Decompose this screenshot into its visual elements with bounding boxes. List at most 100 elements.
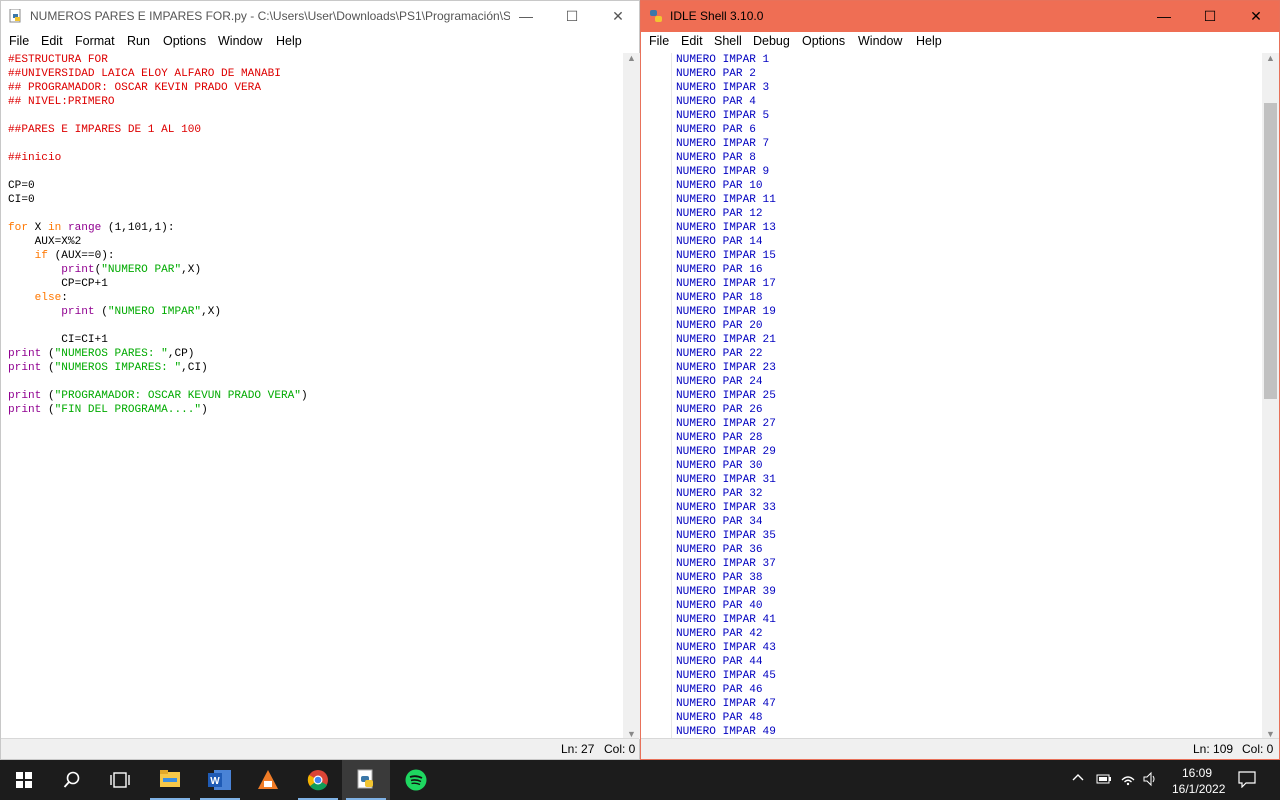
clock-date: 16/1/2022 [1172,782,1226,796]
shell-output-line: NUMERO PAR 4 [676,96,756,108]
close-button[interactable]: ✕ [595,1,641,32]
shell-output-line: NUMERO IMPAR 35 [676,530,776,542]
status-line: Ln: 27 [561,742,595,756]
shell-output-line: NUMERO IMPAR 45 [676,670,776,682]
shell-output-line: NUMERO IMPAR 31 [676,474,776,486]
shell-output-line: NUMERO IMPAR 29 [676,446,776,458]
shell-output-line: NUMERO PAR 6 [676,124,756,136]
svg-text:W: W [210,776,220,787]
code-line[interactable]: ## PROGRAMADOR: OSCAR KEVIN PRADO VERA [8,82,261,94]
code-line[interactable]: else: [8,292,68,304]
code-line[interactable]: AUX=X%2 [8,236,82,248]
minimize-button[interactable]: — [503,1,549,32]
editor-statusbar: Ln: 27 Col: 0 [1,738,639,759]
shell-output-line: NUMERO PAR 48 [676,712,763,724]
code-line[interactable]: print("NUMERO PAR",X) [8,264,201,276]
shell-output[interactable]: NUMERO IMPAR 1 NUMERO PAR 2 NUMERO IMPAR 3… [676,53,1261,739]
menu-help[interactable]: Help [916,34,942,48]
code-line[interactable]: CP=CP+1 [8,278,108,290]
menu-window[interactable]: Window [858,34,902,48]
menu-file[interactable]: File [649,34,669,48]
shell-statusbar: Ln: 109 Col: 0 [641,738,1279,759]
shell-window: IDLE Shell 3.10.0 — ☐ ✕ File Edit Shell … [640,0,1280,760]
menu-file[interactable]: File [9,34,29,48]
clock[interactable]: 16:09 16/1/2022 [1172,765,1226,797]
shell-output-line: NUMERO IMPAR 23 [676,362,776,374]
code-line[interactable]: #ESTRUCTURA FOR [8,54,108,66]
shell-menubar: File Edit Shell Debug Options Window Hel… [641,32,1279,52]
minimize-button[interactable]: — [1141,1,1187,32]
spotify-icon[interactable] [392,760,440,800]
scroll-up-icon[interactable]: ▲ [1262,53,1279,63]
task-view-icon[interactable] [96,760,144,800]
file-explorer-icon[interactable] [146,760,194,800]
shell-output-line: NUMERO PAR 20 [676,320,763,332]
code-line[interactable]: for X in range (1,101,1): [8,222,175,234]
maximize-button[interactable]: ☐ [1187,1,1233,32]
shell-output-line: NUMERO PAR 34 [676,516,763,528]
menu-edit[interactable]: Edit [681,34,703,48]
code-line[interactable]: ##inicio [8,152,61,164]
shell-prompt-gutter [641,53,672,739]
shell-output-line: NUMERO PAR 40 [676,600,763,612]
wifi-icon[interactable] [1120,771,1136,790]
menu-shell[interactable]: Shell [714,34,742,48]
scroll-up-icon[interactable]: ▲ [623,53,640,63]
code-line[interactable]: ##UNIVERSIDAD LAICA ELOY ALFARO DE MANAB… [8,68,281,80]
python-idle-icon[interactable] [342,760,390,800]
code-line[interactable]: CP=0 [8,180,35,192]
shell-output-line: NUMERO IMPAR 21 [676,334,776,346]
shell-output-line: NUMERO IMPAR 9 [676,166,770,178]
shell-output-line: NUMERO PAR 14 [676,236,763,248]
shell-output-line: NUMERO PAR 28 [676,432,763,444]
code-editor[interactable]: #ESTRUCTURA FOR ##UNIVERSIDAD LAICA ELOY… [1,53,623,739]
volume-icon[interactable] [1142,771,1158,790]
menu-help[interactable]: Help [276,34,302,48]
shell-output-line: NUMERO IMPAR 17 [676,278,776,290]
python-file-icon [9,9,21,23]
menu-options[interactable]: Options [163,34,206,48]
battery-icon[interactable] [1096,772,1112,789]
shell-scrollbar[interactable]: ▲ ▼ [1262,53,1279,739]
shell-output-line: NUMERO IMPAR 47 [676,698,776,710]
code-line[interactable]: CI=0 [8,194,35,206]
office-app-icon[interactable] [244,760,292,800]
editor-menubar: File Edit Format Run Options Window Help [1,32,639,52]
menu-run[interactable]: Run [127,34,150,48]
menu-window[interactable]: Window [218,34,262,48]
shell-output-line: NUMERO IMPAR 27 [676,418,776,430]
shell-output-line: NUMERO PAR 22 [676,348,763,360]
shell-titlebar[interactable]: IDLE Shell 3.10.0 — ☐ ✕ [641,1,1279,32]
code-line[interactable]: print ("NUMEROS PARES: ",CP) [8,348,194,360]
code-line[interactable]: print ("NUMEROS IMPARES: ",CI) [8,362,208,374]
code-line[interactable]: print ("PROGRAMADOR: OSCAR KEVUN PRADO V… [8,390,308,402]
maximize-button[interactable]: ☐ [549,1,595,32]
code-line[interactable]: if (AUX==0): [8,250,115,262]
chrome-icon[interactable] [294,760,342,800]
code-line[interactable]: ## NIVEL:PRIMERO [8,96,115,108]
code-line[interactable]: print ("NUMERO IMPAR",X) [8,306,221,318]
editor-titlebar[interactable]: NUMEROS PARES E IMPARES FOR.py - C:\User… [1,1,639,32]
chevron-up-icon[interactable] [1072,772,1084,787]
shell-output-line: NUMERO PAR 38 [676,572,763,584]
windows-start-icon[interactable] [0,760,48,800]
menu-debug[interactable]: Debug [753,34,790,48]
shell-output-line: NUMERO PAR 36 [676,544,763,556]
word-icon[interactable]: W [196,760,244,800]
code-text[interactable]: #ESTRUCTURA FOR ##UNIVERSIDAD LAICA ELOY… [8,53,308,417]
notifications-icon[interactable] [1238,771,1256,791]
menu-format[interactable]: Format [75,34,115,48]
code-line[interactable]: print ("FIN DEL PROGRAMA....") [8,404,208,416]
code-line[interactable]: ##PARES E IMPARES DE 1 AL 100 [8,124,201,136]
search-icon[interactable] [48,760,96,800]
shell-output-line: NUMERO PAR 10 [676,180,763,192]
scroll-thumb[interactable] [1264,103,1277,399]
shell-output-line: NUMERO PAR 46 [676,684,763,696]
code-line[interactable]: CI=CI+1 [8,334,108,346]
editor-scrollbar[interactable]: ▲ ▼ [623,53,640,739]
shell-output-line: NUMERO PAR 18 [676,292,763,304]
shell-output-line: NUMERO IMPAR 13 [676,222,776,234]
menu-options[interactable]: Options [802,34,845,48]
close-button[interactable]: ✕ [1233,1,1279,32]
menu-edit[interactable]: Edit [41,34,63,48]
